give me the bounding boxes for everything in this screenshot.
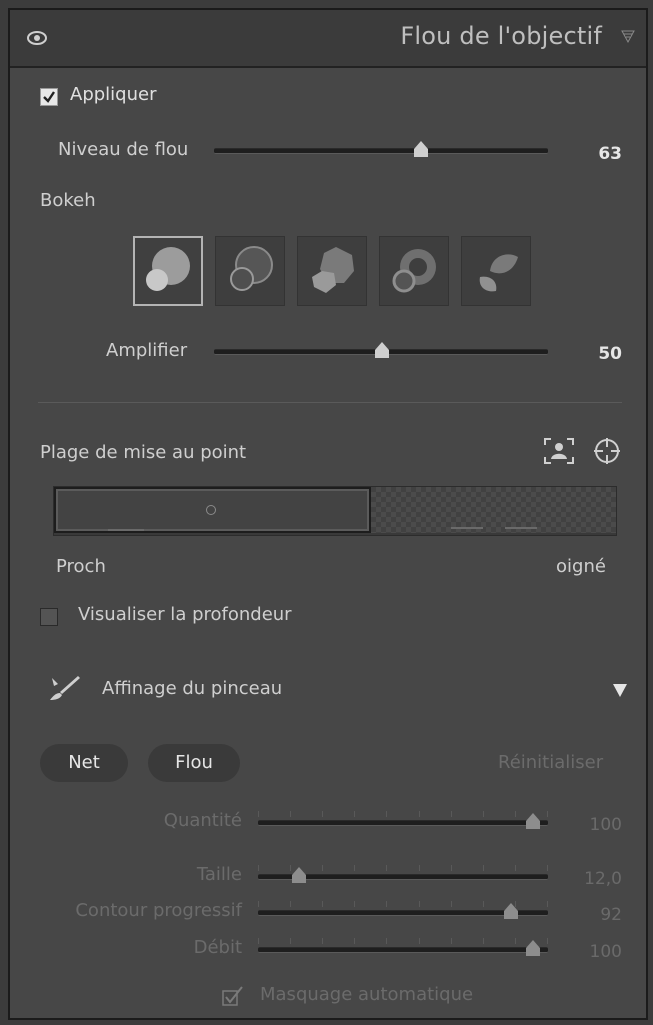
sharp-mode-button[interactable]: Net (40, 744, 128, 782)
depth-histogram-mark (505, 527, 537, 529)
focal-range-center-handle[interactable] (206, 505, 216, 515)
bokeh-circle-button[interactable] (133, 236, 203, 306)
bokeh-ring-button[interactable] (379, 236, 449, 306)
brush-icon (50, 676, 80, 700)
feather-label: Contour progressif (75, 900, 242, 921)
slider-ticks (258, 938, 548, 946)
feather-value[interactable]: 92 (600, 905, 622, 925)
triangle-down-icon[interactable] (620, 28, 636, 44)
bokeh-circle-icon (146, 247, 190, 291)
focal-range-out-of-focus-area (371, 487, 616, 533)
auto-mask-checkbox[interactable] (222, 986, 244, 1006)
quantity-label: Quantité (163, 810, 242, 831)
bokeh-blade-icon (312, 247, 354, 293)
near-label: Proch (56, 556, 106, 577)
blur-amount-slider[interactable] (214, 141, 548, 157)
depth-histogram-mark (108, 529, 144, 531)
visualize-depth-checkbox[interactable] (40, 608, 58, 626)
panel-title: Flou de l'objectif (400, 22, 602, 50)
bokeh-bubble-button[interactable] (215, 236, 285, 306)
panel-header[interactable]: Flou de l'objectif (10, 10, 646, 68)
blur-mode-button[interactable]: Flou (148, 744, 240, 782)
size-slider[interactable] (258, 865, 548, 883)
depth-histogram-mark (451, 527, 483, 529)
lens-blur-panel: Flou de l'objectif Appliquer Niveau de f… (8, 8, 648, 1020)
bokeh-cat-eye-icon (479, 254, 518, 292)
quantity-thumb[interactable] (526, 813, 540, 829)
focal-range-selector[interactable] (53, 486, 617, 536)
quantity-slider[interactable] (258, 811, 548, 829)
focal-range-selection[interactable] (54, 487, 371, 533)
check-icon (43, 91, 55, 103)
far-label: oigné (556, 556, 606, 577)
size-value[interactable]: 12,0 (584, 869, 622, 889)
boost-label: Amplifier (106, 340, 188, 361)
boost-thumb[interactable] (375, 342, 389, 358)
brush-refine-label: Affinage du pinceau (102, 678, 283, 699)
point-focus-icon[interactable] (592, 436, 622, 466)
bokeh-blade-button[interactable] (297, 236, 367, 306)
bokeh-ring-icon (392, 249, 436, 293)
bokeh-bubble-icon (230, 246, 273, 291)
focal-range-label: Plage de mise au point (40, 442, 247, 463)
flow-value[interactable]: 100 (590, 942, 622, 962)
visualize-depth-label: Visualiser la profondeur (78, 604, 292, 625)
boost-value[interactable]: 50 (598, 344, 622, 364)
section-divider (38, 402, 622, 403)
size-thumb[interactable] (292, 867, 306, 883)
quantity-value[interactable]: 100 (590, 815, 622, 835)
flow-slider[interactable] (258, 938, 548, 956)
feather-slider[interactable] (258, 901, 548, 919)
apply-label: Appliquer (70, 84, 157, 105)
reset-button[interactable]: Réinitialiser (498, 752, 603, 773)
bokeh-cat-eye-button[interactable] (461, 236, 531, 306)
blur-amount-value[interactable]: 63 (598, 144, 622, 164)
flow-thumb[interactable] (526, 940, 540, 956)
eye-icon[interactable] (26, 30, 48, 46)
apply-checkbox-row[interactable]: Appliquer (40, 84, 220, 110)
bokeh-label: Bokeh (40, 190, 96, 211)
boost-slider[interactable] (214, 342, 548, 358)
subject-focus-icon[interactable] (542, 436, 576, 466)
blur-amount-thumb[interactable] (414, 141, 428, 157)
flow-label: Débit (193, 937, 242, 958)
blur-amount-label: Niveau de flou (58, 139, 189, 160)
apply-checkbox[interactable] (40, 88, 58, 106)
slider-ticks (258, 811, 548, 819)
expand-triangle-icon[interactable] (612, 682, 628, 698)
auto-mask-label: Masquage automatique (260, 984, 474, 1005)
visualize-depth-row[interactable]: Visualiser la profondeur (40, 604, 360, 630)
auto-mask-row[interactable]: Masquage automatique (222, 984, 522, 1010)
size-label: Taille (196, 864, 242, 885)
feather-thumb[interactable] (504, 903, 518, 919)
